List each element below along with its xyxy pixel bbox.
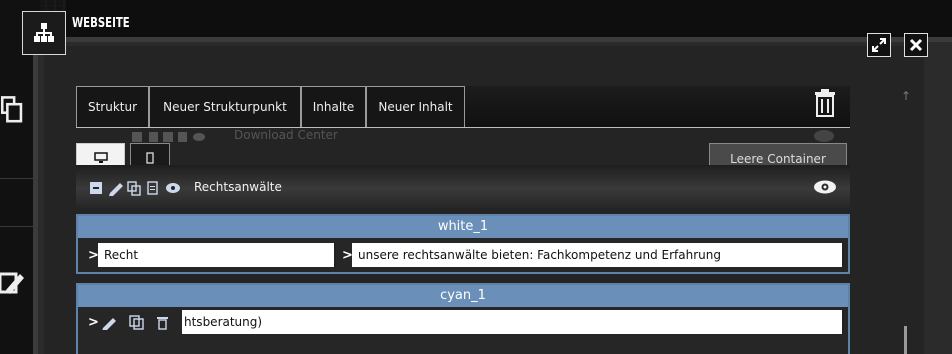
content-item-icons [102,315,168,330]
chevron-right-icon[interactable]: > [88,315,99,330]
trash-icon[interactable] [812,88,838,118]
scrollbar-thumb[interactable] [904,326,907,354]
tab-bar: Struktur Neuer Strukturpunkt Inhalte Neu… [76,86,850,128]
structure-row[interactable] [76,165,850,208]
content-field[interactable]: Recht [98,243,336,267]
mobile-icon [146,152,154,164]
collapse-icon[interactable] [90,182,102,194]
close-icon [909,38,923,52]
tab-neuer-inhalt[interactable]: Neuer Inhalt [366,86,465,127]
close-button[interactable] [904,33,928,57]
structure-label: Rechtsanwälte [194,180,282,194]
container-name: white_1 [78,216,848,238]
tab-struktur[interactable]: Struktur [76,86,149,127]
scroll-up-arrow[interactable]: ↑ [901,89,911,103]
container-name: cyan_1 [78,285,848,307]
content-field[interactable]: htsberatung) [182,310,844,334]
page-icon[interactable] [147,181,158,195]
content-field[interactable]: unsere rechtsanwälte bieten: Fachkompete… [352,243,844,267]
container-white-1: white_1 > Recht > unsere rechtsanwälte b… [76,214,850,274]
pencil-icon[interactable] [102,318,116,330]
copy-icon[interactable] [127,181,141,196]
eye-icon[interactable] [813,179,837,195]
trash-icon[interactable] [157,317,168,330]
visibility-icon[interactable] [166,183,180,193]
eye-icon [814,130,834,142]
ghost-row-icons [132,132,205,142]
page-title: WEBSEITE [72,16,130,31]
pages-icon[interactable] [0,94,30,128]
ghost-item-label: Download Center [234,128,338,142]
desktop-icon [93,152,108,163]
expand-button[interactable] [867,33,891,57]
copy-icon[interactable] [129,315,144,330]
expand-icon [872,38,886,52]
tab-inhalte[interactable]: Inhalte [301,86,366,127]
container-cyan-1: cyan_1 > htsberatung) [76,283,850,354]
edit-icon[interactable] [0,268,30,302]
pencil-icon[interactable] [109,183,123,196]
sitemap-icon [34,23,54,42]
structure-row-icons [90,181,180,196]
tab-neuer-strukturpunkt[interactable]: Neuer Strukturpunkt [149,86,301,127]
sitemap-button[interactable] [22,11,66,55]
